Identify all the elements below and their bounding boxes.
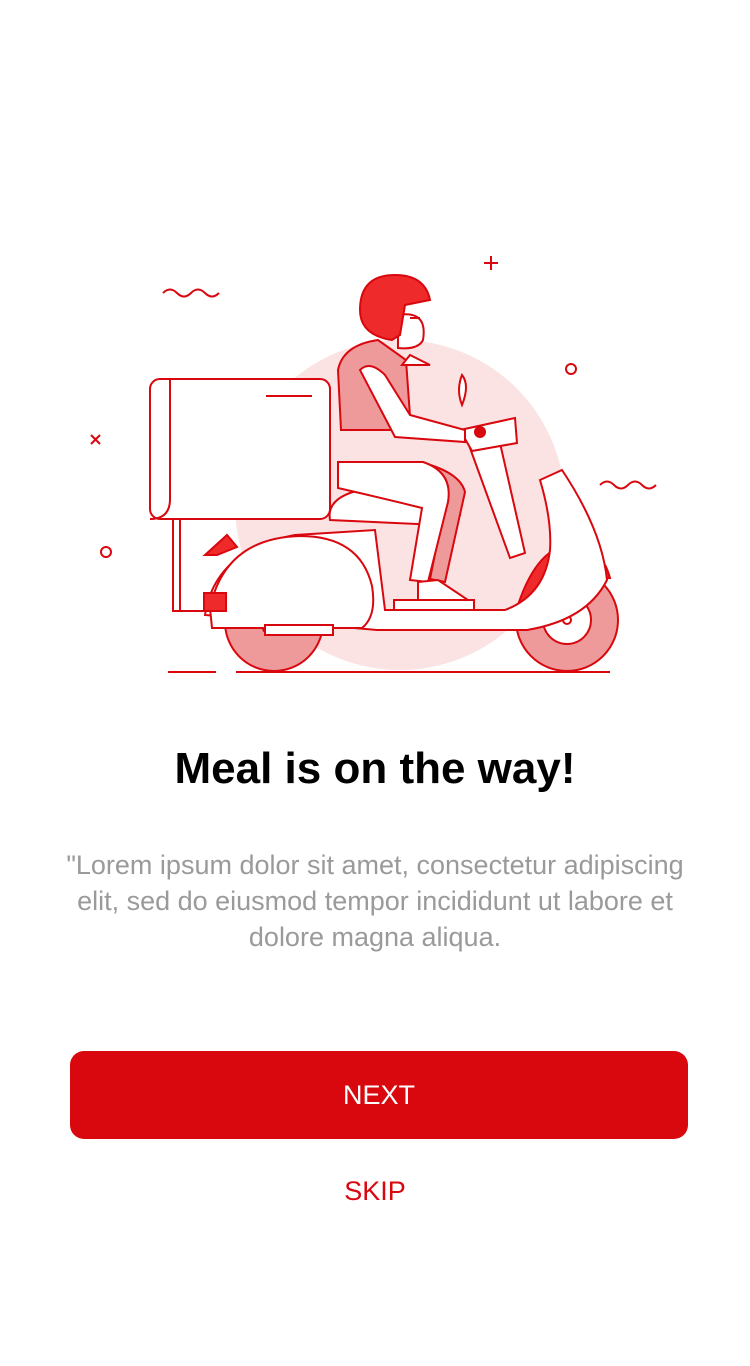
page-title: Meal is on the way! — [174, 744, 576, 793]
wave-icon — [162, 288, 220, 298]
skip-link[interactable]: SKIP — [0, 1176, 750, 1207]
next-button[interactable]: NEXT — [70, 1051, 688, 1139]
delivery-scooter-icon — [90, 256, 657, 673]
dot-icon — [565, 363, 577, 375]
onboarding-description: "Lorem ipsum dolor sit amet, consectetur… — [66, 850, 684, 952]
plus-icon — [484, 256, 498, 270]
dot-icon — [100, 546, 112, 558]
cross-icon — [90, 434, 101, 445]
delivery-box-icon — [149, 378, 331, 520]
wave-icon — [599, 480, 657, 490]
